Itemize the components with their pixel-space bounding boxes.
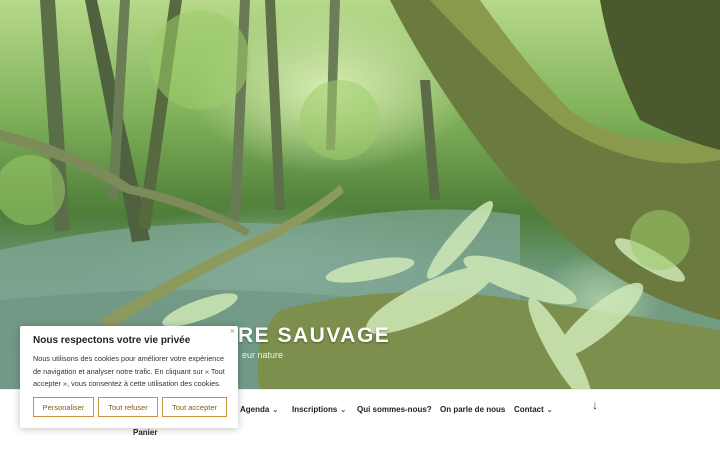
nav-item-label: Agenda: [240, 405, 270, 414]
cookie-consent-banner: × Nous respectons votre vie privée Nous …: [20, 326, 238, 428]
chevron-down-icon: ⌄: [340, 407, 347, 414]
nav-item-label: Inscriptions: [292, 405, 338, 414]
chevron-down-icon: ⌄: [546, 407, 553, 414]
accept-all-button[interactable]: Tout accepter: [162, 397, 227, 417]
refuse-all-button[interactable]: Tout refuser: [98, 397, 158, 417]
nav-item-panier[interactable]: Panier: [133, 428, 157, 437]
cookie-banner-title: Nous respectons votre vie privée: [33, 335, 191, 346]
scroll-down-arrow-icon[interactable]: ↓: [592, 398, 598, 412]
site-description: eur nature: [242, 350, 284, 360]
site-title[interactable]: RE SAUVAGE: [238, 324, 390, 348]
nav-item-label: Qui sommes-nous?: [357, 405, 432, 414]
chevron-down-icon: ⌄: [272, 407, 279, 414]
nav-item-agenda[interactable]: Agenda ⌄: [240, 405, 278, 414]
close-icon[interactable]: ×: [230, 326, 235, 336]
customize-button[interactable]: Personaliser: [33, 397, 94, 417]
nav-item-label: On parle de nous: [440, 405, 506, 414]
nav-item-inscriptions[interactable]: Inscriptions ⌄: [292, 405, 346, 414]
nav-item-label: Contact: [514, 405, 544, 414]
nav-item-qui-sommes-nous[interactable]: Qui sommes-nous?: [357, 405, 432, 414]
cookie-banner-text: Nous utilisons des cookies pour améliore…: [33, 354, 225, 388]
nav-item-contact[interactable]: Contact ⌄: [514, 405, 553, 414]
nav-item-on-parle-de-nous[interactable]: On parle de nous: [440, 405, 505, 414]
